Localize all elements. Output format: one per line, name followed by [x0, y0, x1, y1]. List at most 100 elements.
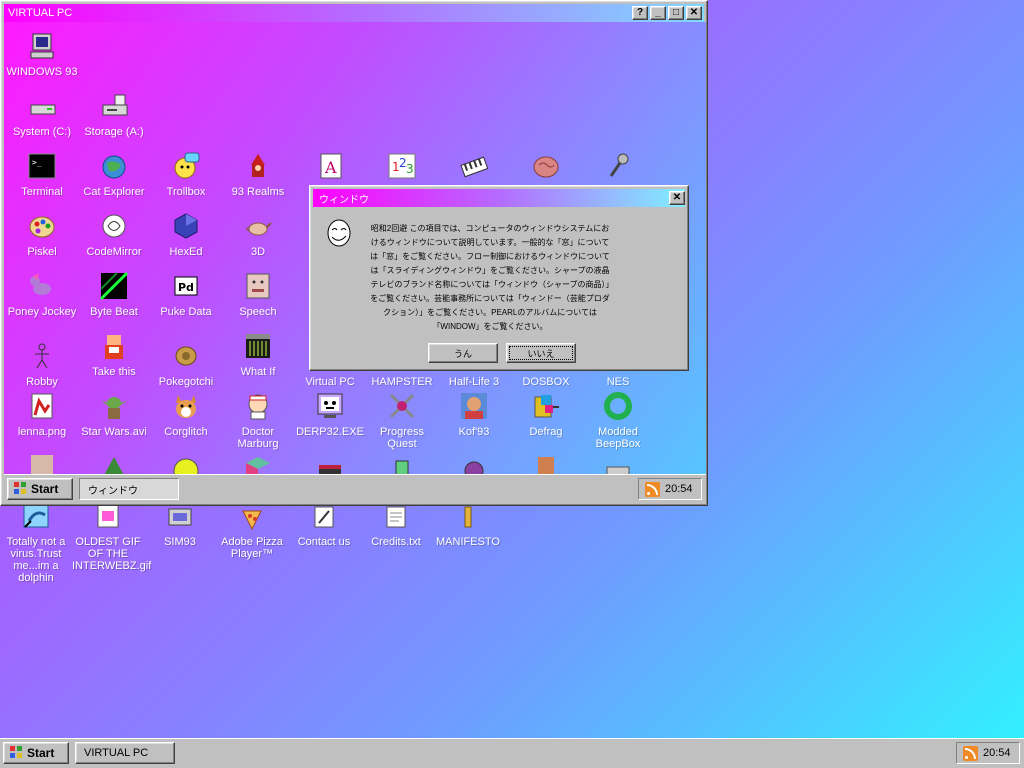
desktop-icon-manifesto[interactable]: MANIFESTO [432, 500, 504, 548]
icon-label: Star Wars.avi [81, 426, 147, 438]
icon-doctor-marburg[interactable]: Doctor Marburg [222, 390, 294, 450]
defrag-icon [529, 390, 563, 422]
icon-speech[interactable]: Speech [222, 270, 294, 318]
icon-modded-beepbox[interactable]: Modded BeepBox [582, 390, 654, 450]
icon-label: CodeMirror [86, 246, 142, 258]
icon-3d[interactable]: 3D [222, 210, 294, 258]
icon-partial-face[interactable] [6, 452, 78, 474]
icon-progress-quest[interactable]: Progress Quest [366, 390, 438, 450]
dialog-message: 昭和2回避 この項目では、コンピュータのウィンドウシステムにおけるウィンドウにつ… [370, 224, 610, 331]
pd-icon: Pd [169, 270, 203, 302]
icon-label: DERP32.EXE [296, 426, 364, 438]
minimize-button[interactable]: _ [650, 6, 666, 20]
icon-label: HAMPSTER [371, 376, 433, 388]
icon-partial-robot[interactable] [366, 452, 438, 474]
icon-piano[interactable] [438, 150, 510, 186]
icon-what-if[interactable]: What If [222, 330, 294, 378]
rss-icon[interactable] [645, 481, 660, 497]
icon-terminal[interactable]: >_ Terminal [6, 150, 78, 198]
icon-label: Kof'93 [458, 426, 490, 438]
icon-partial-cube[interactable] [222, 452, 294, 474]
icon-93-realms[interactable]: 93 Realms [222, 150, 294, 198]
icon-label: Robby [26, 376, 58, 388]
icon-cat-explorer[interactable]: Cat Explorer [78, 150, 150, 198]
computer-icon [25, 30, 59, 62]
icon-hexed[interactable]: HexEd [150, 210, 222, 258]
maximize-button[interactable]: □ [668, 6, 684, 20]
virtual-pc-window[interactable]: VIRTUAL PC ? _ □ ✕ WINDOWS 93 System (C:… [0, 0, 708, 506]
teapot-icon [241, 210, 275, 242]
icon-puke-data[interactable]: Pd Puke Data [150, 270, 222, 318]
icon-system-c[interactable]: System (C:) [6, 90, 78, 138]
icon-label: Progress Quest [379, 426, 425, 450]
icon-label: Piskel [27, 246, 57, 258]
smiley-icon [169, 452, 203, 474]
icon-kof93[interactable]: Kof'93 [438, 390, 510, 438]
icon-windows93[interactable]: WINDOWS 93 [6, 30, 78, 78]
icon-robby[interactable]: Robby [6, 340, 78, 388]
icon-defrag[interactable]: Defrag [510, 390, 582, 438]
svg-text:A: A [324, 158, 337, 177]
virtual-pc-start-button[interactable]: Start [7, 478, 73, 500]
desktop-icon-sim93[interactable]: SIM93 [144, 500, 216, 548]
window-dialog[interactable]: ウィンドウ ✕ 昭和2回避 この項目では、コンピュータのウィンドウシステムにおけ… [309, 185, 689, 371]
desktop-icon-credits[interactable]: Credits.txt [360, 500, 432, 548]
icon-microphone[interactable] [582, 150, 654, 186]
desktop-icon-adobe-pizza[interactable]: Adobe Pizza Player™ [216, 500, 288, 560]
virtual-pc-title-bar[interactable]: VIRTUAL PC ? _ □ ✕ [4, 4, 704, 22]
hard-drive-icon [25, 90, 59, 122]
icon-brain[interactable] [510, 150, 582, 186]
icon-lenna[interactable]: lenna.png [6, 390, 78, 438]
close-button[interactable]: ✕ [686, 6, 702, 20]
icon-partial-dragon[interactable] [78, 452, 150, 474]
icon-pokegotchi[interactable]: Pokegotchi [150, 340, 222, 388]
desktop-icon-oldest-gif[interactable]: OLDEST GIF OF THE INTERWEBZ.gif [72, 500, 152, 572]
icon-numbers[interactable]: 123 [366, 150, 438, 186]
cat-globe-icon [97, 150, 131, 182]
what-if-icon [241, 330, 275, 362]
dialog-title: ウィンドウ [319, 194, 369, 206]
crossed-swords-icon [385, 390, 419, 422]
icon-partial-box[interactable] [294, 452, 366, 474]
icon-take-this[interactable]: Take this [78, 330, 150, 378]
icon-label: Terminal [21, 186, 63, 198]
icon-storage-a[interactable]: Storage (A:) [78, 90, 150, 138]
virtual-pc-task-window[interactable]: ウィンドウ [79, 478, 179, 500]
icon-label: 93 Realms [231, 186, 285, 198]
no-button[interactable]: いいえ [506, 343, 576, 363]
wizard-icon [241, 150, 275, 182]
corgi-icon [169, 390, 203, 422]
help-button[interactable]: ? [632, 6, 648, 20]
icon-label: Half-Life 3 [448, 376, 500, 388]
icon-partial-doom[interactable] [510, 452, 582, 474]
icon-byte-beat[interactable]: Byte Beat [78, 270, 150, 318]
dialog-close-button[interactable]: ✕ [669, 191, 685, 205]
icon-partial-smiley[interactable] [150, 452, 222, 474]
desktop-icon-contact-us[interactable]: Contact us [288, 500, 360, 548]
icon-star-wars[interactable]: Star Wars.avi [78, 390, 150, 438]
dialog-title-bar[interactable]: ウィンドウ ✕ [313, 189, 685, 207]
taskbar: Start VIRTUAL PC 20:54 [0, 738, 1024, 768]
icon-piskel[interactable]: Piskel [6, 210, 78, 258]
task-virtual-pc[interactable]: VIRTUAL PC [75, 742, 175, 764]
icon-codemirror[interactable]: CodeMirror [78, 210, 150, 258]
icon-partial-gear[interactable] [438, 452, 510, 474]
numbers-icon: 123 [385, 150, 419, 182]
icon-derp32[interactable]: DERP32.EXE [294, 390, 366, 438]
icon-corglitch[interactable]: Corglitch [150, 390, 222, 438]
console-icon [601, 452, 635, 474]
yes-button[interactable]: うん [428, 343, 498, 363]
old-man-icon [97, 330, 131, 362]
start-button[interactable]: Start [3, 742, 69, 764]
icon-label: Take this [92, 366, 136, 378]
desktop-icon-dolphin[interactable]: Totally not a virus.Trust me...im a dolp… [0, 500, 72, 584]
rss-icon[interactable] [963, 745, 978, 761]
desktop-icon-label: OLDEST GIF OF THE INTERWEBZ.gif [72, 536, 152, 572]
icon-label: Modded BeepBox [595, 426, 641, 450]
virtual-pc-taskbar: Start ウィンドウ 20:54 [4, 474, 706, 504]
icon-partial-console[interactable] [582, 452, 654, 474]
icon-poney-jockey[interactable]: Poney Jockey [6, 270, 78, 318]
icon-label: Corglitch [164, 426, 208, 438]
cube-icon [241, 452, 275, 474]
icon-trollbox[interactable]: Trollbox [150, 150, 222, 198]
